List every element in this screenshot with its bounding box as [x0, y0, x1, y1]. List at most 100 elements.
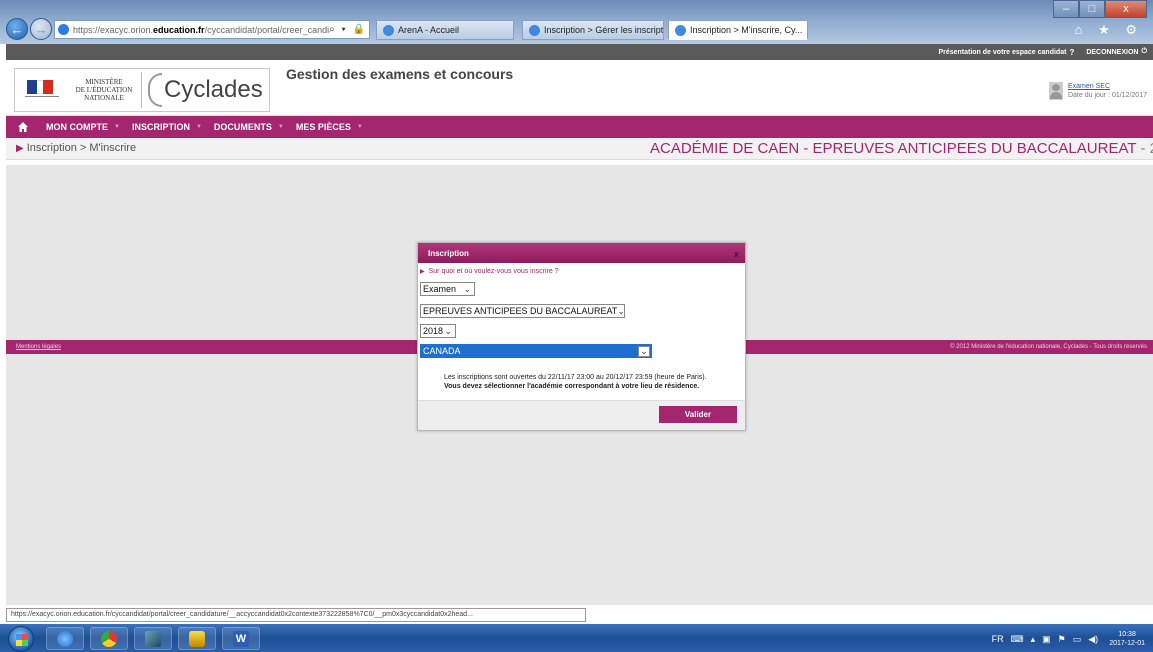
chrome-icon — [101, 630, 117, 647]
chevron-down-icon: ⌄ — [617, 305, 625, 316]
network-icon[interactable]: ▭ — [1073, 634, 1082, 645]
logo-block[interactable]: MINISTÈRE DE L'ÉDUCATION NATIONALE Cycla… — [14, 68, 270, 112]
dialog-footer: Valider — [418, 400, 745, 430]
status-bar-url: https://exacyc.orion.education.fr/cyccan… — [6, 608, 586, 622]
opening-dates-text: Les inscriptions sont ouvertes du 22/11/… — [444, 374, 707, 381]
back-button[interactable]: ← — [6, 18, 28, 40]
users-icon — [145, 630, 161, 647]
exam-select[interactable]: EPREUVES ANTICIPEES DU BACCALAUREAT ⌄ — [420, 304, 625, 318]
tab-gerer-inscriptions[interactable]: Inscription > Gérer les inscripti... — [522, 20, 664, 40]
taskbar-word[interactable]: W — [222, 627, 260, 650]
help-icon[interactable]: ? — [1069, 48, 1074, 57]
academie-instruction: Vous devez sélectionner l'académie corre… — [444, 383, 700, 390]
system-tray: FR ⌨ ▴ ▣ ⚑ ▭ ◀) 10:38 2017-12-01 — [992, 630, 1145, 648]
device-icon[interactable]: ▣ — [1042, 634, 1051, 645]
tab-arena[interactable]: ArenA - Accueil — [376, 20, 514, 40]
legal-link[interactable]: Mentions légales — [16, 344, 61, 350]
ie-tab-icon — [675, 24, 686, 36]
volume-icon[interactable]: ◀) — [1088, 634, 1098, 645]
menu-mes-pieces[interactable]: MES PIÈCES ▼ — [296, 122, 363, 132]
year-select[interactable]: 2018 ⌄ — [420, 324, 456, 338]
browser-tools[interactable]: ⌂ ★ ⚙ — [1075, 22, 1143, 38]
dialog-question: ▶ Sur quoi et où voulez-vous vous inscrir… — [420, 268, 559, 275]
clock-date: 2017-12-01 — [1109, 640, 1145, 647]
breadcrumb-row: ▶ Inscription > M'inscrire ACADÉMIE DE C… — [6, 138, 1153, 160]
tab-label: ArenA - Accueil — [398, 25, 460, 35]
academie-year: - 2018 — [1140, 140, 1153, 157]
presentation-link[interactable]: Présentation de votre espace candidat — [938, 49, 1066, 56]
ministere-label: MINISTÈRE DE L'ÉDUCATION NATIONALE — [75, 78, 133, 102]
clock-time: 10:38 — [1118, 631, 1136, 638]
menu-inscription[interactable]: INSCRIPTION ▼ — [132, 122, 202, 132]
tab-label: Inscription > Gérer les inscripti... — [544, 25, 664, 35]
language-indicator[interactable]: FR — [992, 634, 1004, 644]
logo-divider — [141, 72, 142, 108]
breadcrumb-icon: ▶ — [16, 142, 24, 154]
top-bar: Présentation de votre espace candidat ? … — [6, 44, 1153, 60]
arrow-left-icon: ← — [10, 21, 24, 37]
chevron-down-icon: ⌄ — [638, 345, 650, 357]
power-icon[interactable]: ⏻ — [1141, 48, 1147, 56]
taskbar: W FR ⌨ ▴ ▣ ⚑ ▭ ◀) 10:38 2017-12-01 — [0, 624, 1153, 652]
taskbar-app-users[interactable] — [134, 627, 172, 650]
ie-icon — [57, 630, 73, 647]
chevron-down-icon: ▼ — [114, 124, 120, 130]
user-block: Examen SEC Date du jour : 01/12/2017 — [1048, 82, 1147, 100]
taskbar-app-lock[interactable] — [178, 627, 216, 650]
taskbar-ie[interactable] — [46, 627, 84, 650]
user-avatar-icon — [1048, 82, 1063, 100]
arrow-right-icon: → — [34, 21, 48, 37]
current-date: Date du jour : 01/12/2017 — [1067, 92, 1147, 99]
type-select[interactable]: Examen ⌄ — [420, 282, 475, 296]
url-path: /cyccandidat/portal/creer_candi — [204, 24, 330, 35]
site-header: MINISTÈRE DE L'ÉDUCATION NATIONALE Cycla… — [6, 60, 1153, 116]
chevron-down-icon: ⌄ — [444, 325, 452, 336]
address-bar[interactable]: https://exacyc.orion. education.fr/cyccan… — [54, 20, 370, 39]
ie-tab-icon — [529, 24, 540, 36]
tab-label: Inscription > M'inscrire, Cy... — [690, 25, 803, 35]
menu-documents[interactable]: DOCUMENTS ▼ — [214, 122, 284, 132]
dialog-info: Les inscriptions sont ouvertes du 22/11/… — [444, 373, 707, 391]
browser-chrome: – □ x ← → https://exacyc.orion. education… — [0, 0, 1153, 44]
forward-button[interactable]: → — [30, 18, 52, 40]
flag-icon[interactable]: ⚑ — [1058, 634, 1066, 645]
chevron-down-icon: ▼ — [195, 124, 202, 130]
academie-title: ACADÉMIE DE CAEN - EPREUVES ANTICIPEES D… — [650, 140, 1153, 157]
start-button[interactable] — [8, 626, 34, 652]
main-menu: MON COMPTE ▼ INSCRIPTION ▼ DOCUMENTS ▼ MES … — [6, 116, 1153, 138]
marianne-logo-icon — [25, 76, 59, 104]
tab-minscrire[interactable]: Inscription > M'inscrire, Cy... × — [668, 20, 808, 40]
header-title: Gestion des examens et concours — [286, 66, 514, 82]
chevron-down-icon: ▼ — [277, 124, 284, 130]
user-link[interactable]: Examen SEC — [1068, 82, 1147, 91]
home-icon[interactable] — [12, 116, 34, 138]
place-select[interactable]: CANADA ⌄ — [420, 344, 652, 358]
inscription-dialog: Inscription x ▶ Sur quoi et où voulez-vou… — [417, 242, 746, 431]
app-name: Cyclades — [164, 76, 263, 103]
ie-page-icon — [58, 24, 69, 35]
chevron-down-icon: ⌄ — [463, 283, 471, 294]
breadcrumb: ▶ Inscription > M'inscrire — [16, 142, 136, 154]
menu-mon-compte[interactable]: MON COMPTE ▼ — [46, 122, 120, 132]
clock[interactable]: 10:38 2017-12-01 — [1109, 630, 1145, 648]
chevron-up-icon[interactable]: ▴ — [1031, 634, 1036, 645]
taskbar-chrome[interactable] — [90, 627, 128, 650]
copyright-text: © 2012 Ministère de l'éducation national… — [950, 344, 1147, 350]
browser-nav-row: ← → https://exacyc.orion. education.fr/cy… — [0, 16, 1153, 42]
ie-tab-icon — [383, 24, 394, 36]
valider-button[interactable]: Valider — [659, 406, 737, 423]
logout-link[interactable]: DECONNEXION — [1086, 49, 1138, 56]
arrow-right-icon: ▶ — [420, 269, 425, 275]
dialog-header: Inscription x — [418, 243, 745, 263]
dialog-title: Inscription — [428, 249, 469, 258]
keyboard-icon[interactable]: ⌨ — [1011, 634, 1024, 645]
url-prefix: https://exacyc.orion. — [73, 24, 154, 35]
close-icon[interactable]: x — [734, 249, 739, 259]
lock-icon — [189, 630, 205, 647]
cyclades-arc-icon — [148, 73, 162, 107]
breadcrumb-text: Inscription > M'inscrire — [26, 142, 137, 154]
word-icon: W — [233, 630, 249, 647]
address-bar-icons[interactable]: ⌕ ▾ 🔒 C — [329, 24, 369, 35]
chevron-down-icon: ▼ — [356, 124, 363, 130]
url-domain: education.fr — [153, 24, 205, 35]
